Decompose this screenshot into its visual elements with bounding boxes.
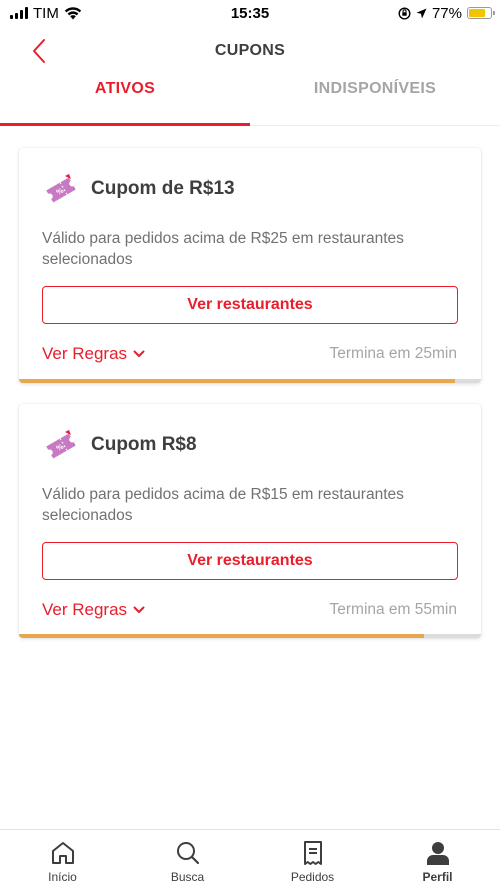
nav-item-busca[interactable]: Busca (125, 830, 250, 889)
coupon-expiry: Termina em 55min (329, 601, 458, 618)
coupon-ticket-icon: % (46, 174, 76, 203)
coupon-expiry: Termina em 25min (329, 345, 458, 362)
coupon-time-progress (19, 379, 481, 383)
location-arrow-icon (416, 8, 427, 18)
chevron-down-icon (133, 350, 145, 357)
view-restaurants-button[interactable]: Ver restaurantes (42, 542, 458, 580)
carrier-name: TIM (33, 4, 59, 22)
view-rules-link[interactable]: Ver Regras (42, 600, 145, 620)
chevron-down-icon (133, 606, 145, 613)
page-title: CUPONS (214, 42, 286, 59)
coupon-time-progress-fill (19, 379, 455, 383)
battery-percent: 77% (431, 4, 462, 22)
status-bar: TIM 15:35 77% (0, 0, 500, 26)
nav-label: Perfil (422, 870, 453, 884)
coupon-title: Cupom R$8 (91, 434, 197, 455)
status-right: 77% (398, 4, 495, 22)
home-icon (51, 842, 74, 864)
tab-indisponiveis[interactable]: INDISPONÍVEIS (250, 76, 500, 125)
nav-label: Pedidos (290, 870, 335, 884)
coupon-card: % Cupom de R$13 Válido para pedidos acim… (19, 148, 481, 383)
nav-item-perfil[interactable]: Perfil (375, 830, 500, 889)
coupon-title: Cupom de R$13 (91, 178, 235, 199)
coupon-time-progress (19, 634, 481, 638)
view-rules-link[interactable]: Ver Regras (42, 344, 145, 364)
coupon-ticket-icon: % (46, 430, 76, 459)
coupon-description: Válido para pedidos acima de R$25 em res… (42, 230, 404, 268)
nav-item-pedidos[interactable]: Pedidos (250, 830, 375, 889)
coupon-description: Válido para pedidos acima de R$15 em res… (42, 486, 404, 524)
nav-label: Busca (170, 870, 205, 884)
nav-item-inicio[interactable]: Início (0, 830, 125, 889)
search-icon (176, 842, 199, 865)
signal-icon (10, 7, 28, 19)
orientation-lock-icon (398, 6, 411, 20)
coupon-card: % Cupom R$8 Válido para pedidos acima de… (19, 404, 481, 638)
wifi-icon (64, 6, 82, 19)
bottom-navigation: Início Busca Pedidos Perfil (0, 829, 500, 889)
status-left: TIM (10, 5, 82, 22)
tab-bar: ATIVOS INDISPONÍVEIS (0, 76, 500, 126)
view-rules-label: Ver Regras (42, 344, 128, 363)
profile-icon (426, 842, 449, 865)
nav-label: Início (48, 870, 77, 884)
coupon-time-progress-fill (19, 634, 425, 638)
view-rules-label: Ver Regras (42, 600, 128, 619)
battery-level (469, 9, 486, 17)
tab-ativos[interactable]: ATIVOS (0, 76, 250, 126)
view-restaurants-button[interactable]: Ver restaurantes (42, 286, 458, 324)
battery-icon (467, 7, 495, 19)
receipt-icon (303, 841, 322, 865)
header: CUPONS (0, 26, 500, 76)
